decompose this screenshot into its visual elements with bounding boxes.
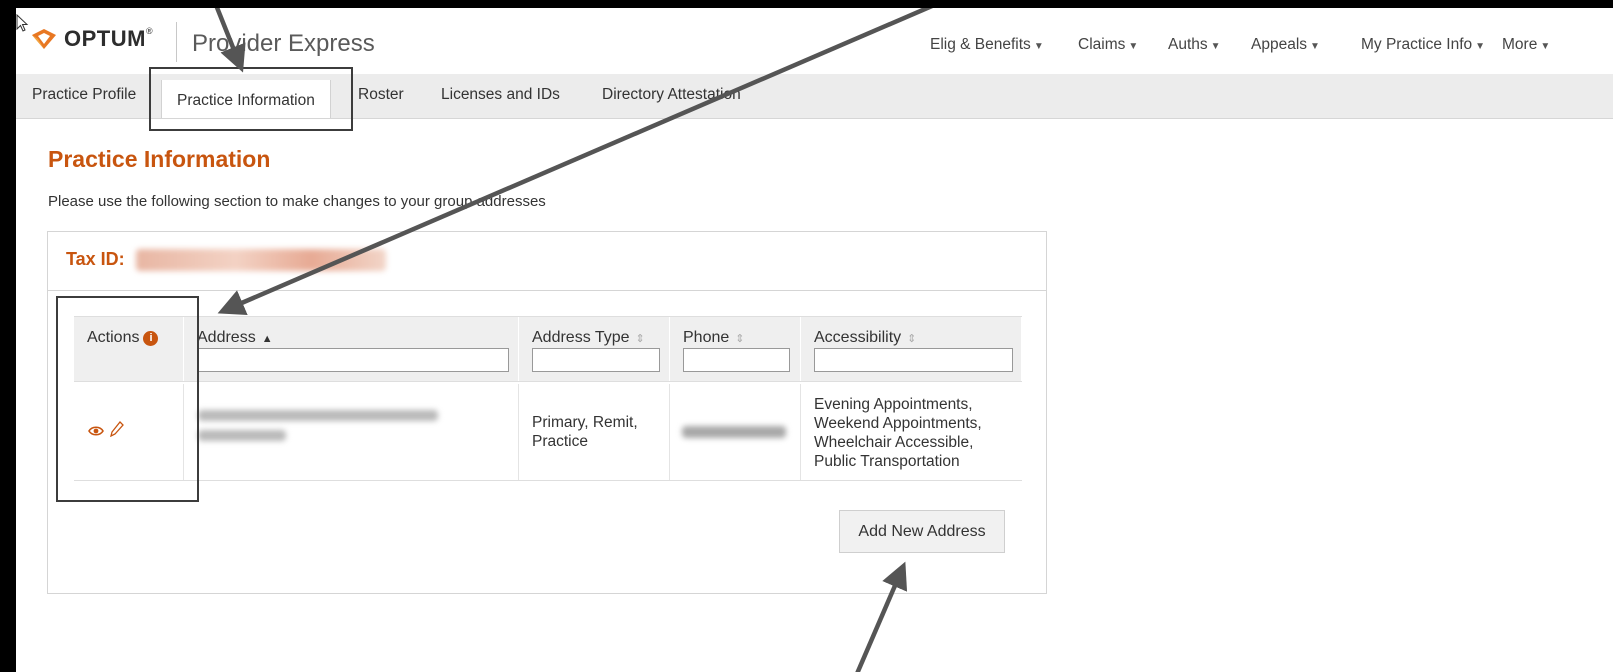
mouse-cursor-icon: [16, 14, 29, 32]
arrow-to-add-button: [855, 561, 908, 672]
arrow-to-address-column: [217, 8, 934, 316]
arrow-to-tab: [214, 8, 246, 73]
annotation-arrows: [214, 8, 934, 672]
browser-frame: OPTUM® Provider Express Elig & Benefits ▼…: [16, 8, 1613, 672]
